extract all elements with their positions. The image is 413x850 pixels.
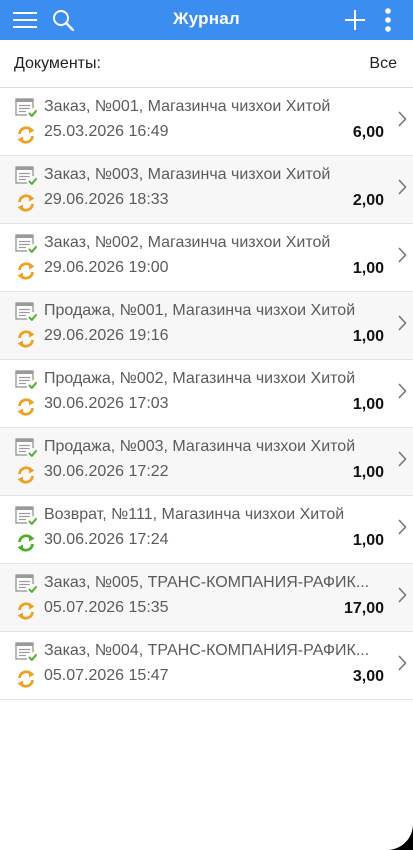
chevron-right-icon: [398, 247, 407, 263]
document-amount: 1,00: [352, 328, 384, 345]
document-icon: [15, 302, 38, 323]
document-datetime: 30.06.2026 17:24: [44, 531, 169, 548]
document-icon: [15, 574, 38, 595]
plus-icon[interactable]: [342, 0, 368, 40]
sync-icon: [17, 670, 35, 688]
filter-value[interactable]: Все: [369, 55, 397, 73]
document-row[interactable]: Продажа, №002, Магазинча чизхои Хитой 30…: [0, 360, 413, 428]
document-row[interactable]: Продажа, №001, Магазинча чизхои Хитой 29…: [0, 292, 413, 360]
chevron-right-icon: [398, 179, 407, 195]
sync-icon: [17, 330, 35, 348]
document-row[interactable]: Заказ, №003, Магазинча чизхои Хитой 29.0…: [0, 156, 413, 224]
sync-icon: [17, 466, 35, 484]
document-title: Заказ, №005, ТРАНС-КОМПАНИЯ-РАФИК...: [44, 574, 370, 591]
document-row[interactable]: Заказ, №001, Магазинча чизхои Хитой 25.0…: [0, 88, 413, 156]
document-title: Продажа, №001, Магазинча чизхои Хитой: [44, 302, 356, 319]
document-amount: 1,00: [352, 464, 384, 481]
document-datetime: 25.03.2026 16:49: [44, 123, 169, 140]
document-icon: [15, 642, 38, 663]
document-icon: [15, 506, 38, 527]
document-datetime: 05.07.2026 15:47: [44, 667, 169, 684]
chevron-right-icon: [398, 655, 407, 671]
sync-icon: [17, 262, 35, 280]
document-icon: [15, 438, 38, 459]
chevron-right-icon: [398, 587, 407, 603]
document-amount: 2,00: [352, 192, 384, 209]
screen: Журнал Документы: Все Заказ, №001, Магаз…: [0, 0, 413, 850]
document-icon: [15, 370, 38, 391]
document-title: Заказ, №003, Магазинча чизхои Хитой: [44, 166, 331, 183]
document-list: Заказ, №001, Магазинча чизхои Хитой 25.0…: [0, 88, 413, 700]
document-datetime: 30.06.2026 17:22: [44, 463, 169, 480]
app-bar: Журнал: [0, 0, 413, 40]
document-datetime: 05.07.2026 15:35: [44, 599, 169, 616]
document-amount: 1,00: [352, 260, 384, 277]
sync-icon: [17, 126, 35, 144]
chevron-right-icon: [398, 315, 407, 331]
sync-icon: [17, 534, 35, 552]
document-row[interactable]: Заказ, №002, Магазинча чизхои Хитой 29.0…: [0, 224, 413, 292]
document-icon: [15, 234, 38, 255]
document-amount: 3,00: [352, 668, 384, 685]
document-row[interactable]: Заказ, №005, ТРАНС-КОМПАНИЯ-РАФИК... 05.…: [0, 564, 413, 632]
document-filter[interactable]: Документы: Все: [0, 40, 413, 88]
sync-icon: [17, 602, 35, 620]
document-row[interactable]: Продажа, №003, Магазинча чизхои Хитой 30…: [0, 428, 413, 496]
document-datetime: 29.06.2026 18:33: [44, 191, 169, 208]
sync-icon: [17, 194, 35, 212]
document-title: Продажа, №003, Магазинча чизхои Хитой: [44, 438, 356, 455]
document-amount: 1,00: [352, 532, 384, 549]
document-datetime: 29.06.2026 19:16: [44, 327, 169, 344]
document-row[interactable]: Возврат, №111, Магазинча чизхои Хитой 30…: [0, 496, 413, 564]
sync-icon: [17, 398, 35, 416]
document-title: Заказ, №002, Магазинча чизхои Хитой: [44, 234, 331, 251]
filter-label: Документы:: [14, 55, 101, 72]
chevron-right-icon: [398, 519, 407, 535]
document-title: Заказ, №004, ТРАНС-КОМПАНИЯ-РАФИК...: [44, 642, 370, 659]
chevron-right-icon: [398, 383, 407, 399]
chevron-right-icon: [398, 451, 407, 467]
document-datetime: 30.06.2026 17:03: [44, 395, 169, 412]
document-title: Продажа, №002, Магазинча чизхои Хитой: [44, 370, 356, 387]
document-amount: 6,00: [352, 124, 384, 141]
document-title: Заказ, №001, Магазинча чизхои Хитой: [44, 98, 331, 115]
document-row[interactable]: Заказ, №004, ТРАНС-КОМПАНИЯ-РАФИК... 05.…: [0, 632, 413, 700]
document-title: Возврат, №111, Магазинча чизхои Хитой: [44, 506, 345, 523]
document-amount: 1,00: [352, 396, 384, 413]
more-vert-icon[interactable]: [378, 0, 398, 40]
chevron-right-icon: [398, 111, 407, 127]
document-icon: [15, 166, 38, 187]
document-icon: [15, 98, 38, 119]
document-datetime: 29.06.2026 19:00: [44, 259, 169, 276]
document-amount: 17,00: [343, 600, 384, 617]
